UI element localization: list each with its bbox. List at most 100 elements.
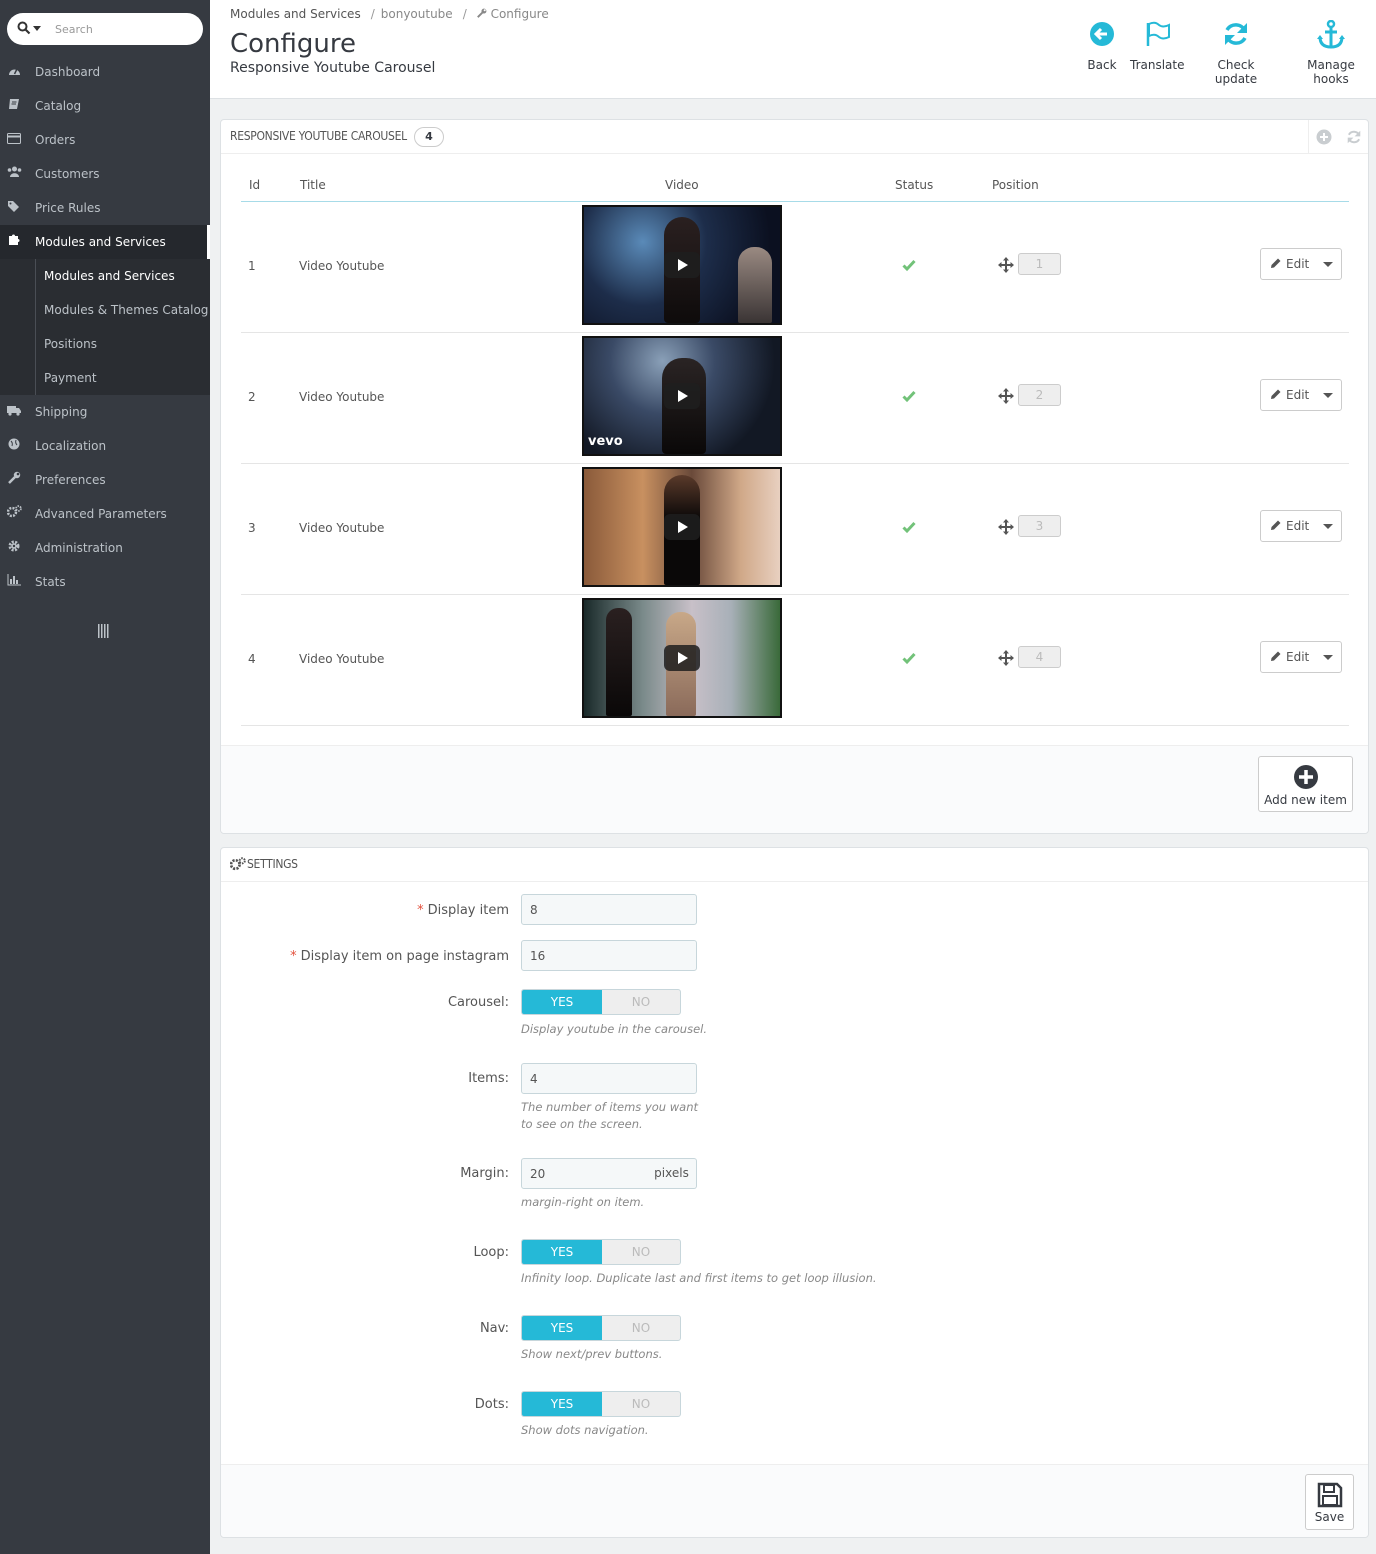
display-item-input[interactable] <box>521 894 697 925</box>
table-row[interactable]: 4 Video Youtube 4 Edit <box>241 595 1349 726</box>
breadcrumb-item[interactable]: bonyoutube <box>381 7 453 21</box>
sidebar-item-orders[interactable]: Orders <box>0 123 210 157</box>
drag-handle-icon[interactable] <box>998 519 1014 535</box>
refresh-icon[interactable] <box>1346 129 1362 145</box>
dots-toggle[interactable]: YES NO <box>521 1391 681 1417</box>
check-icon[interactable] <box>902 258 916 272</box>
position-input: 4 <box>1018 646 1061 668</box>
table-row[interactable]: 2 Video Youtube vevo 2 Edit <box>241 333 1349 464</box>
toggle-no[interactable]: NO <box>602 1316 680 1340</box>
items-input[interactable] <box>521 1063 697 1094</box>
sidebar-item-modules[interactable]: Modules and Services <box>0 225 210 259</box>
sidebar-item-stats[interactable]: Stats <box>0 565 210 599</box>
caret-down-icon[interactable] <box>1323 524 1333 529</box>
users-icon <box>6 157 22 191</box>
nav-help: Show next/prev buttons. <box>521 1347 663 1361</box>
items-help: The number of items you want to see on th… <box>521 1100 698 1131</box>
subitem-positions[interactable]: Positions <box>35 327 210 361</box>
position-input: 3 <box>1018 515 1061 537</box>
column-header-status[interactable]: Status <box>895 178 933 192</box>
toggle-yes[interactable]: YES <box>522 1316 602 1340</box>
manage-hooks-button[interactable]: Manage hooks <box>1288 20 1374 86</box>
edit-button[interactable]: Edit <box>1260 510 1342 542</box>
video-thumbnail[interactable] <box>582 205 782 325</box>
loop-help: Infinity loop. Duplicate last and first … <box>521 1271 877 1285</box>
toggle-yes[interactable]: YES <box>522 1240 602 1264</box>
carousel-toggle[interactable]: YES NO <box>521 989 681 1015</box>
back-button[interactable]: Back <box>1082 20 1122 80</box>
plus-circle-icon[interactable] <box>1316 129 1332 145</box>
sidebar-item-label: Stats <box>35 575 66 589</box>
pixels-addon: pixels <box>647 1158 697 1189</box>
subitem-modules-and-services[interactable]: Modules and Services <box>35 259 210 293</box>
position-input: 1 <box>1018 253 1061 275</box>
sidebar-item-administration[interactable]: Administration <box>0 531 210 565</box>
sidebar-item-localization[interactable]: Localization <box>0 429 210 463</box>
sidebar-item-dashboard[interactable]: Dashboard <box>0 55 210 89</box>
edit-button[interactable]: Edit <box>1260 641 1342 673</box>
sidebar-item-price-rules[interactable]: Price Rules <box>0 191 210 225</box>
breadcrumb-item: Configure <box>490 7 549 21</box>
subitem-payment[interactable]: Payment <box>35 361 210 395</box>
display-item-instagram-input[interactable] <box>521 940 697 971</box>
drag-handle-icon[interactable] <box>998 388 1014 404</box>
translate-button[interactable]: Translate <box>1130 20 1185 80</box>
check-icon[interactable] <box>902 389 916 403</box>
check-icon[interactable] <box>902 651 916 665</box>
search-icon[interactable] <box>17 21 45 37</box>
toggle-yes[interactable]: YES <box>522 1392 602 1416</box>
column-header-id[interactable]: Id <box>249 178 260 192</box>
caret-down-icon[interactable] <box>1323 655 1333 660</box>
page-title: Configure <box>230 29 357 59</box>
nav-toggle[interactable]: YES NO <box>521 1315 681 1341</box>
toggle-yes[interactable]: YES <box>522 990 602 1014</box>
video-thumbnail[interactable] <box>582 598 782 718</box>
count-badge: 4 <box>414 127 444 147</box>
play-icon[interactable] <box>664 383 700 409</box>
play-icon[interactable] <box>664 252 700 278</box>
caret-down-icon[interactable] <box>1323 393 1333 398</box>
panel-heading: Responsive Youtube Carousel 4 <box>221 120 1368 154</box>
sidebar-item-customers[interactable]: Customers <box>0 157 210 191</box>
sidebar-item-label: Advanced Parameters <box>35 507 167 521</box>
caret-down-icon[interactable] <box>1323 262 1333 267</box>
drag-handle-icon[interactable] <box>998 650 1014 666</box>
edit-button[interactable]: Edit <box>1260 248 1342 280</box>
search-input[interactable] <box>55 20 195 38</box>
video-thumbnail[interactable]: vevo <box>582 336 782 456</box>
search-box[interactable] <box>7 13 203 45</box>
column-header-position[interactable]: Position <box>992 178 1039 192</box>
save-button[interactable]: Save <box>1305 1474 1354 1530</box>
arrow-circle-left-icon <box>1082 20 1122 58</box>
toolbar-label: Check update <box>1214 58 1258 86</box>
table-row[interactable]: 1 Video Youtube 1 Edit <box>241 202 1349 333</box>
pencil-icon <box>1269 257 1283 271</box>
sidebar-item-shipping[interactable]: Shipping <box>0 395 210 429</box>
toolbar-label: Back <box>1087 58 1117 72</box>
sidebar-item-catalog[interactable]: Catalog <box>0 89 210 123</box>
puzzle-icon <box>6 225 22 259</box>
add-new-item-button[interactable]: Add new item <box>1258 756 1353 812</box>
check-update-button[interactable]: Check update <box>1196 20 1276 86</box>
dots-help: Show dots navigation. <box>521 1423 649 1437</box>
check-icon[interactable] <box>902 520 916 534</box>
play-icon[interactable] <box>664 514 700 540</box>
play-icon[interactable] <box>664 645 700 671</box>
video-thumbnail[interactable] <box>582 467 782 587</box>
table-row[interactable]: 3 Video Youtube 3 Edit <box>241 464 1349 595</box>
sidebar-item-advanced-parameters[interactable]: Advanced Parameters <box>0 497 210 531</box>
collapse-sidebar-icon[interactable] <box>98 624 110 638</box>
subitem-modules-themes-catalog[interactable]: Modules & Themes Catalog <box>35 293 210 327</box>
breadcrumb-item[interactable]: Modules and Services <box>230 7 361 21</box>
toggle-no[interactable]: NO <box>602 1392 680 1416</box>
sidebar-item-label: Orders <box>35 133 76 147</box>
sidebar-item-preferences[interactable]: Preferences <box>0 463 210 497</box>
column-header-title[interactable]: Title <box>300 178 326 192</box>
loop-toggle[interactable]: YES NO <box>521 1239 681 1265</box>
edit-label: Edit <box>1286 519 1310 533</box>
drag-handle-icon[interactable] <box>998 257 1014 273</box>
edit-button[interactable]: Edit <box>1260 379 1342 411</box>
toggle-no[interactable]: NO <box>602 1240 680 1264</box>
margin-input[interactable] <box>521 1158 648 1189</box>
toggle-no[interactable]: NO <box>602 990 680 1014</box>
